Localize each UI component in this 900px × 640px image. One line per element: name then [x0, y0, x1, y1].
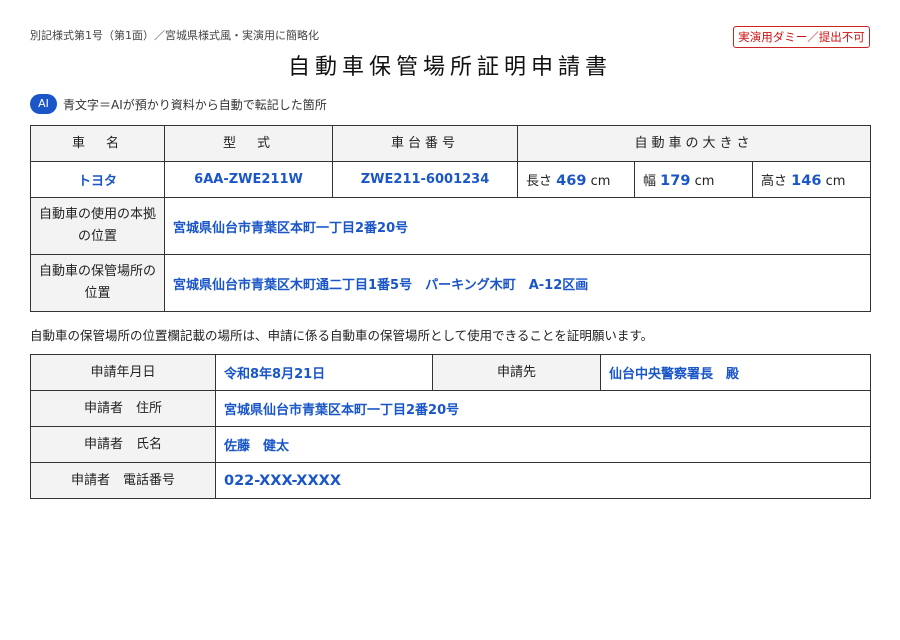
applicant-name-field[interactable]: 佐藤 健太	[215, 426, 871, 463]
applicant-name-label: 申請者 氏名	[30, 426, 216, 463]
height-field[interactable]: 高さ 146 cm	[751, 161, 872, 198]
application-date-label: 申請年月日	[30, 354, 216, 391]
length-field[interactable]: 長さ 469 cm	[517, 161, 635, 198]
base-location-field[interactable]: 宮城県仙台市青葉区本町一丁目2番20号	[163, 197, 872, 255]
width-field[interactable]: 幅 179 cm	[634, 161, 753, 198]
destination-label: 申請先	[432, 354, 601, 391]
application-date-field[interactable]: 令和8年8月21日	[215, 354, 433, 391]
chassis-number-field[interactable]: ZWE211-6001234	[332, 161, 518, 198]
form-code: 別記様式第1号（第1面）／宮城県様式風・実演用に簡略化	[30, 29, 319, 42]
applicant-phone-label: 申請者 電話番号	[30, 462, 216, 499]
dummy-badge: 実演用ダミー／提出不可	[733, 26, 870, 48]
ai-legend: AI 青文字＝AIが預かり資料から自動で転記した箇所	[30, 94, 327, 114]
ai-legend-text: 青文字＝AIが預かり資料から自動で転記した箇所	[63, 97, 327, 112]
document-title: 自動車保管場所証明申請書	[287, 55, 612, 80]
header-vehicle-size: 自動車の大きさ	[516, 125, 872, 162]
destination-field[interactable]: 仙台中央警察署長 殿	[600, 354, 871, 391]
application-table: 申請年月日 令和8年8月21日 申請先 仙台中央警察署長 殿 申請者 住所 宮城…	[30, 354, 871, 499]
applicant-address-field[interactable]: 宮城県仙台市青葉区本町一丁目2番20号	[215, 390, 871, 427]
applicant-phone-field[interactable]: 022-XXX-XXXX	[215, 462, 871, 499]
vehicle-table: 車 名 型 式 車台番号 自動車の大きさ トヨタ 6AA-ZWE211W ZWE…	[30, 125, 872, 312]
length-value: 469	[556, 173, 587, 189]
width-unit: cm	[694, 174, 715, 189]
header-vehicle-name: 車 名	[30, 125, 165, 162]
storage-location-label: 自動車の保管場所の位置	[30, 254, 165, 312]
ai-badge: AI	[30, 94, 57, 114]
height-value: 146	[791, 173, 822, 189]
width-value: 179	[660, 173, 691, 189]
base-location-label: 自動車の使用の本拠の位置	[30, 197, 165, 255]
header-chassis-number: 車台番号	[332, 125, 518, 162]
height-label: 高さ	[761, 174, 788, 189]
width-label: 幅	[643, 174, 657, 189]
header-model: 型 式	[164, 125, 333, 162]
model-field[interactable]: 6AA-ZWE211W	[164, 161, 333, 198]
vehicle-name-field[interactable]: トヨタ	[30, 161, 165, 198]
certification-statement: 自動車の保管場所の位置欄記載の場所は、申請に係る自動車の保管場所として使用できる…	[30, 328, 654, 343]
storage-location-field[interactable]: 宮城県仙台市青葉区木町通二丁目1番5号 パーキング木町 A-12区画	[163, 254, 872, 312]
height-unit: cm	[825, 174, 846, 189]
length-unit: cm	[590, 174, 611, 189]
length-label: 長さ	[526, 174, 553, 189]
applicant-address-label: 申請者 住所	[30, 390, 216, 427]
